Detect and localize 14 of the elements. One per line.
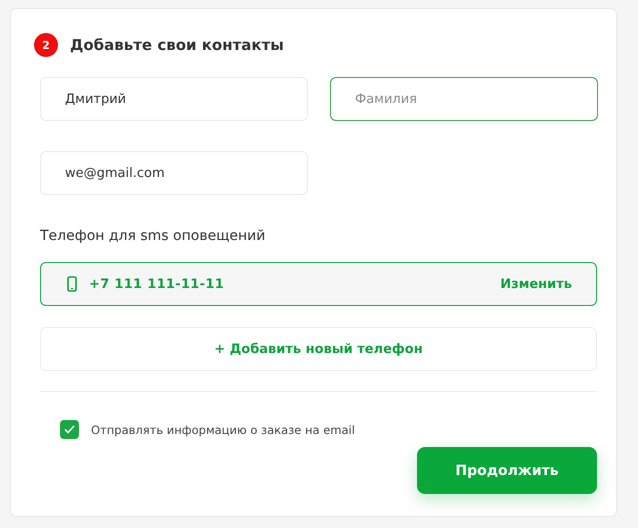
section-title: Добавьте свои контакты (70, 36, 284, 54)
continue-button[interactable]: Продолжить (417, 447, 597, 494)
checkbox-label: Отправлять информацию о заказе на email (91, 422, 355, 436)
phone-number: +7 111 111-11-11 (89, 276, 226, 292)
checkbox[interactable] (60, 420, 79, 439)
input-field[interactable]: Фамилия (330, 77, 598, 121)
add-phone-button[interactable]: + Добавить новый телефон (40, 327, 597, 371)
input-field[interactable]: Дмитрий (40, 77, 308, 121)
phone-label: Телефон для sms оповещений (40, 228, 266, 244)
input-field[interactable]: we@gmail.com (40, 151, 308, 195)
phone-icon (67, 276, 77, 292)
step-badge: 2 (34, 33, 58, 57)
change-link[interactable]: Изменить (500, 276, 572, 292)
check-icon (64, 425, 75, 434)
